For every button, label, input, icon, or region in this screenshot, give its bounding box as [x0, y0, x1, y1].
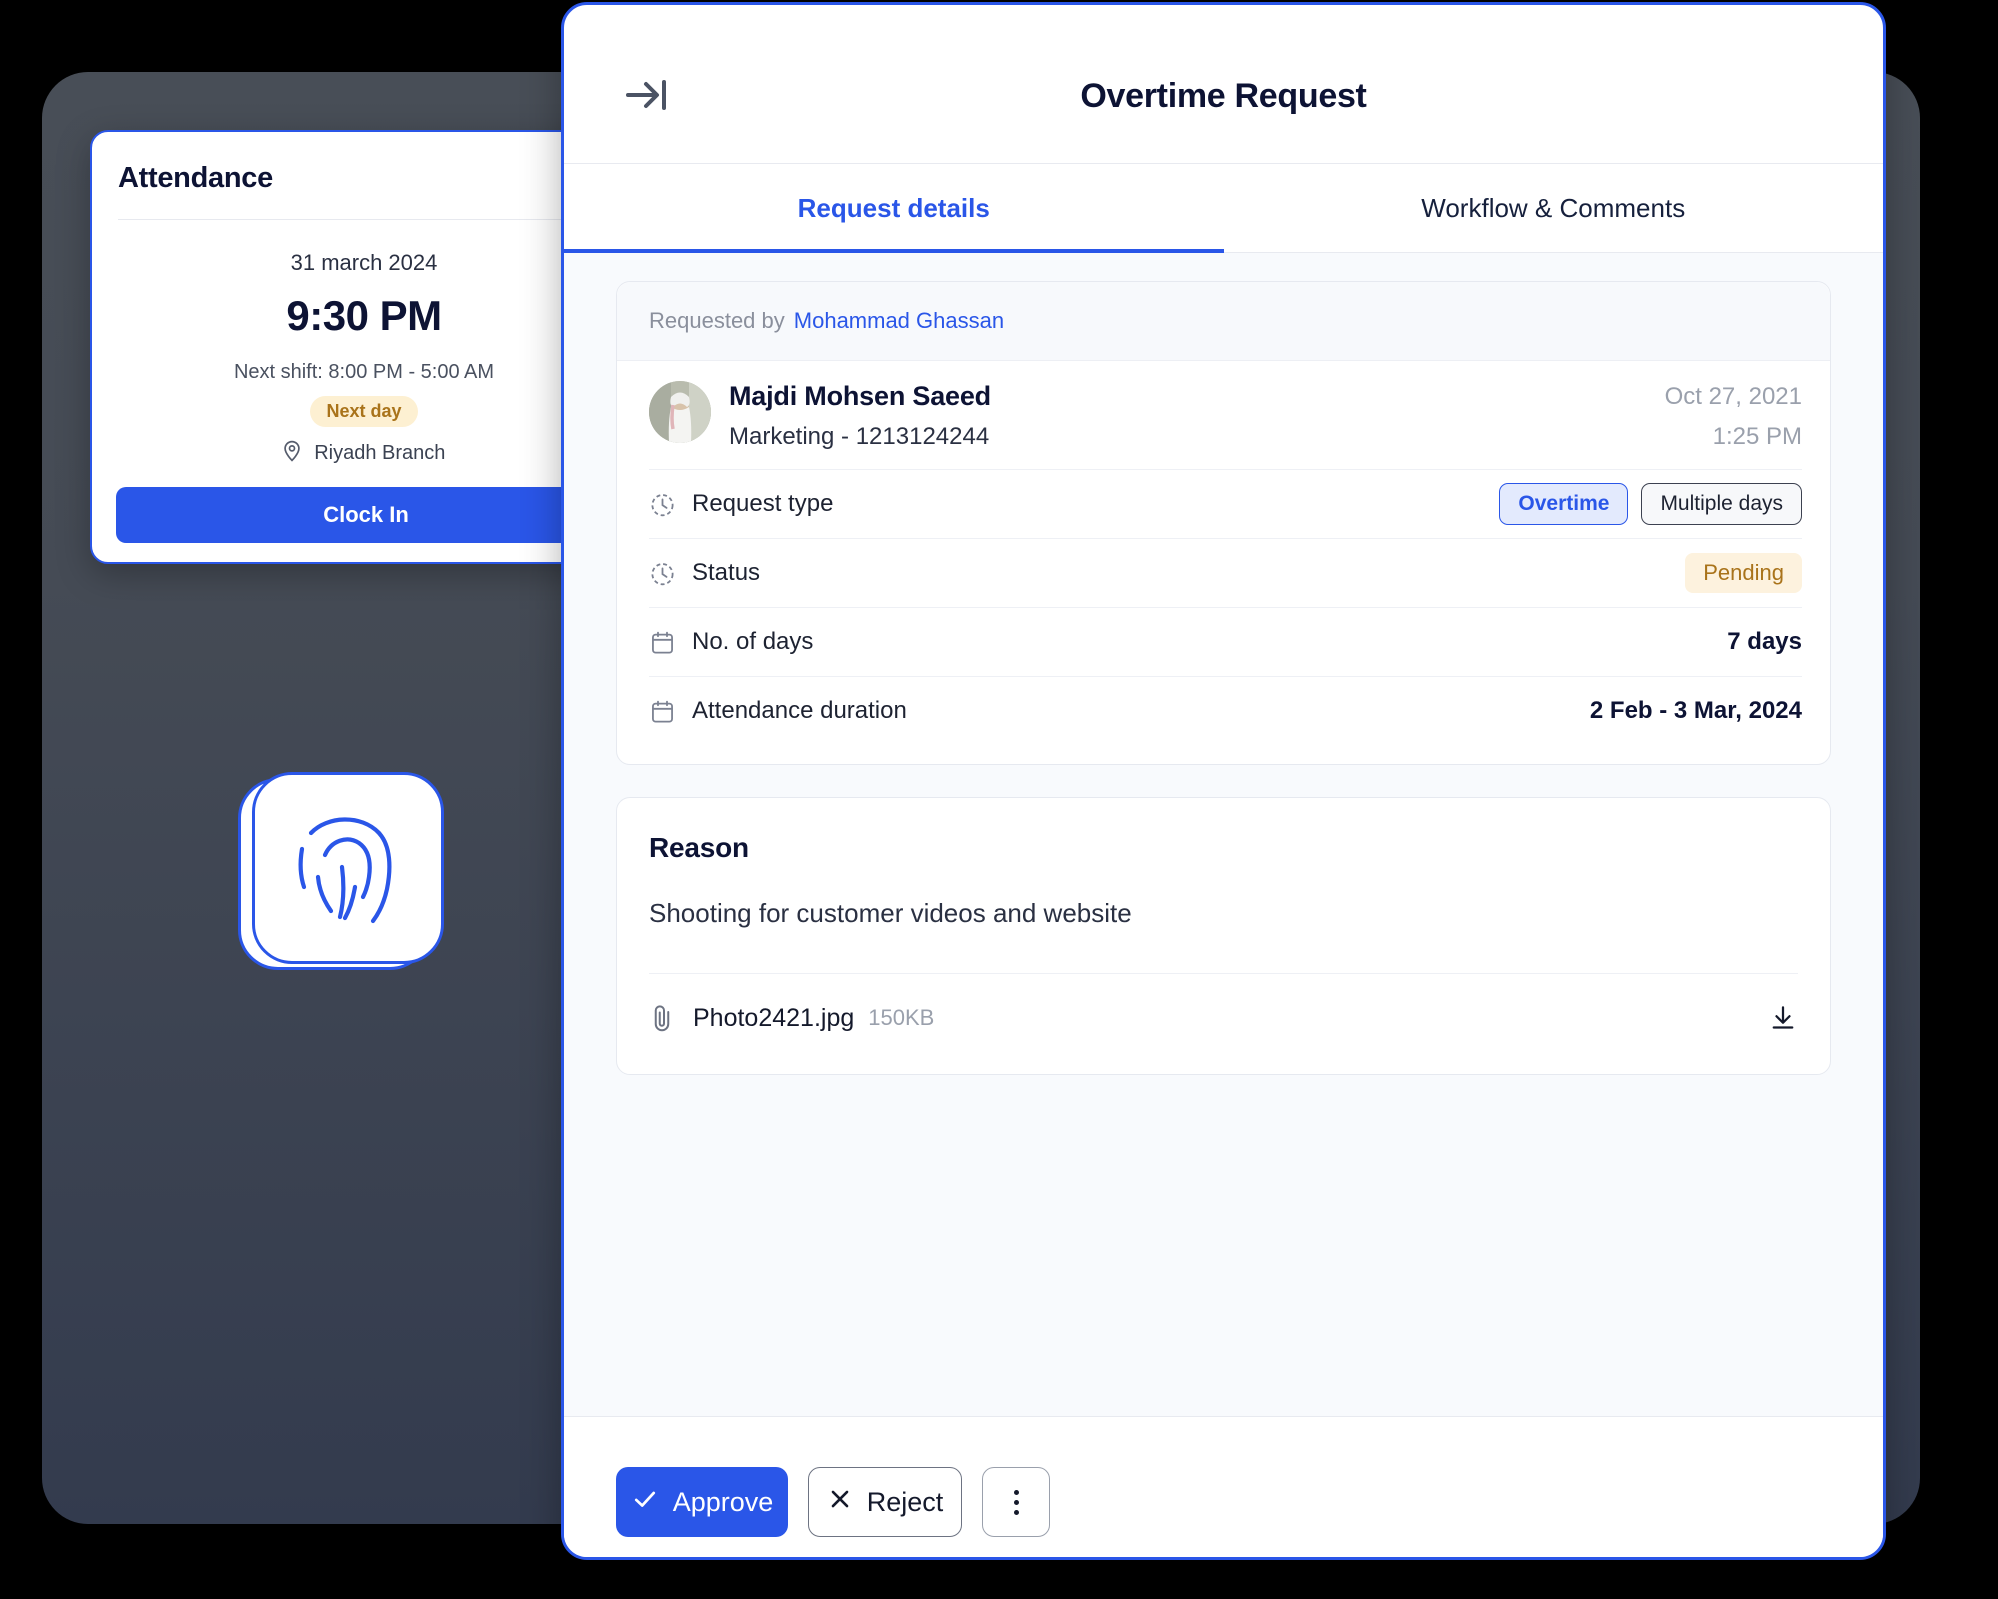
location-pin-icon [283, 440, 301, 468]
reason-text: Shooting for customer videos and website [649, 898, 1132, 928]
request-details-card: Requested by Mohammad Ghassan Majdi Mohs… [616, 281, 1831, 765]
attendance-location: Riyadh Branch [92, 440, 636, 468]
attendance-title: Attendance [118, 162, 273, 194]
attachment-name: Photo2421.jpg [693, 1003, 855, 1032]
tab-workflow-comments[interactable]: Workflow & Comments [1224, 164, 1884, 252]
clock-in-button[interactable]: Clock In [116, 487, 616, 543]
attachment-size: 150KB [868, 1005, 935, 1030]
more-options-button[interactable] [982, 1467, 1050, 1537]
person-name: Majdi Mohsen Saeed [729, 381, 991, 411]
panel-body: Requested by Mohammad Ghassan Majdi Mohs… [564, 253, 1883, 1416]
row-request-type: Request type Overtime Multiple days [649, 469, 1802, 538]
requester-link[interactable]: Mohammad Ghassan [794, 308, 1004, 334]
paperclip-icon [649, 1003, 675, 1033]
calendar-icon [649, 629, 676, 656]
reason-card: Reason Shooting for customer videos and … [616, 797, 1831, 1075]
row-attendance-duration: Attendance duration 2 Feb - 3 Mar, 2024 [649, 676, 1802, 745]
requested-by-bar: Requested by Mohammad Ghassan [617, 282, 1830, 361]
row-value-attendance-duration: 2 Feb - 3 Mar, 2024 [1589, 697, 1802, 724]
row-no-of-days: No. of days 7 days [649, 607, 1802, 676]
attendance-divider [118, 219, 614, 220]
requested-by-label: Requested by [649, 308, 785, 333]
fingerprint-tile[interactable] [238, 772, 444, 970]
person-row: Majdi Mohsen Saeed Marketing - 121312424… [617, 361, 1830, 469]
row-status: Status Pending [649, 538, 1802, 607]
approve-button-label: Approve [672, 1486, 774, 1517]
page-title: Overtime Request [1080, 77, 1367, 115]
row-label-no-of-days: No. of days [692, 628, 814, 655]
reason-title: Reason [649, 832, 749, 863]
attendance-card: Attendance 31 march 2024 9:30 PM Next sh… [90, 130, 638, 564]
request-type-chip-group: Overtime Multiple days [1499, 483, 1802, 525]
person-department: Marketing - 1213124244 [729, 423, 990, 450]
attachment-row[interactable]: Photo2421.jpg 150KB [649, 974, 1798, 1062]
attendance-location-label: Riyadh Branch [314, 442, 446, 464]
reject-button-label: Reject [866, 1486, 944, 1517]
overtime-request-panel: Overtime Request Request details Workflo… [561, 2, 1886, 1560]
clock-icon [649, 491, 676, 518]
fingerprint-tile-front [252, 772, 444, 964]
request-tabs: Request details Workflow & Comments [564, 163, 1883, 253]
panel-footer: Approve Reject [564, 1416, 1883, 1557]
approve-button[interactable]: Approve [616, 1467, 788, 1537]
row-label-status: Status [692, 559, 761, 586]
attendance-next-shift: Next shift: 8:00 PM - 5:00 AM [233, 361, 495, 383]
avatar [649, 381, 711, 443]
more-options-icon [1013, 1489, 1019, 1515]
chip-multiple-days[interactable]: Multiple days [1641, 483, 1802, 525]
calendar-icon [649, 698, 676, 725]
status-badge: Pending [1685, 553, 1802, 593]
chip-overtime[interactable]: Overtime [1499, 483, 1629, 525]
attendance-badge-wrapper: Next day [92, 396, 636, 427]
close-icon [827, 1486, 853, 1519]
clock-icon [649, 560, 676, 587]
row-label-request-type: Request type [692, 490, 834, 517]
reject-button[interactable]: Reject [808, 1467, 962, 1537]
request-time: 1:25 PM [1712, 423, 1802, 450]
screenshot-stage: Attendance 31 march 2024 9:30 PM Next sh… [0, 0, 1998, 1599]
fingerprint-icon [298, 817, 392, 924]
tab-request-details[interactable]: Request details [564, 164, 1224, 253]
attendance-current-time: 9:30 PM [286, 292, 442, 339]
row-value-no-of-days: 7 days [1727, 628, 1802, 655]
download-icon[interactable] [1768, 1003, 1798, 1033]
panel-header: Overtime Request [564, 5, 1883, 163]
next-day-badge: Next day [310, 396, 418, 427]
check-icon [631, 1485, 659, 1520]
request-date: Oct 27, 2021 [1664, 383, 1802, 410]
attendance-date: 31 march 2024 [290, 250, 438, 275]
row-label-attendance-duration: Attendance duration [692, 697, 907, 724]
